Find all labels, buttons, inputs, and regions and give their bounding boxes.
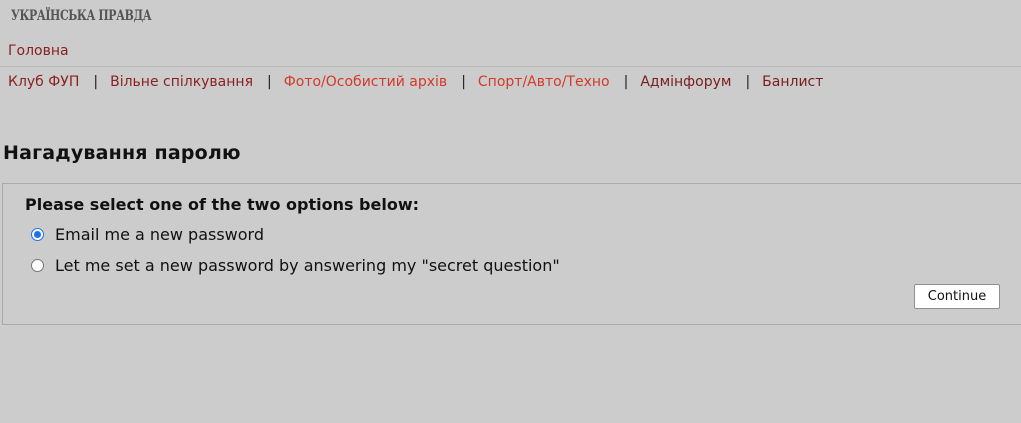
nav-item-klub-fup[interactable]: Клуб ФУП <box>8 74 79 90</box>
nav-item-banlist[interactable]: Банлист <box>762 74 823 90</box>
option-secret-question[interactable]: Let me set a new password by answering m… <box>31 256 560 275</box>
nav-item-sport-avto-tekhno[interactable]: Спорт/Авто/Техно <box>478 74 610 90</box>
nav-item-foto-arkhiv[interactable]: Фото/Особистий архів <box>284 74 447 90</box>
nav-separator: | <box>461 74 466 90</box>
nav-separator: | <box>267 74 272 90</box>
nav-separator: | <box>745 74 751 90</box>
option-email-new-password[interactable]: Email me a new password <box>31 225 264 244</box>
nav-item-vilne-spilkuvannia[interactable]: Вільне спілкування <box>110 74 253 90</box>
password-reminder-panel: Please select one of the two options bel… <box>2 183 1021 325</box>
option-email-new-password-label: Email me a new password <box>55 225 264 244</box>
page-title: Нагадування паролю <box>3 142 241 164</box>
radio-email-new-password[interactable] <box>31 228 44 241</box>
site-logo[interactable]: УКРАЇНСЬКА ПРАВДА <box>11 8 152 24</box>
continue-button[interactable]: Continue <box>914 284 1000 309</box>
nav-item-adminforum[interactable]: Адмінфорум <box>640 74 731 90</box>
header-divider <box>0 66 1021 67</box>
nav-separator: | <box>93 74 99 90</box>
radio-secret-question[interactable] <box>31 259 44 272</box>
home-link[interactable]: Головна <box>8 43 69 59</box>
nav-separator: | <box>623 74 629 90</box>
option-secret-question-label: Let me set a new password by answering m… <box>55 256 560 275</box>
options-prompt: Please select one of the two options bel… <box>25 195 420 214</box>
forum-nav: Клуб ФУП | Вільне спілкування | Фото/Осо… <box>8 74 823 90</box>
